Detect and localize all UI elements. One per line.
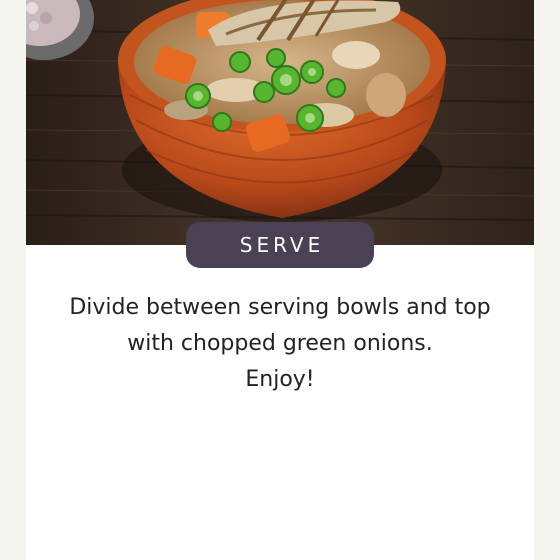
recipe-step-card: SERVE Divide between serving bowls and t… [26,0,534,560]
soup-bowl-photo [26,0,534,245]
instruction-line: with chopped green onions. [127,331,433,356]
instruction-line: Divide between serving bowls and top [69,295,491,320]
instruction-line: Enjoy! [245,367,315,392]
step-label: SERVE [239,233,325,257]
step-label-badge: SERVE [186,222,374,268]
step-instructions: Divide between serving bowls and top wit… [26,290,534,398]
